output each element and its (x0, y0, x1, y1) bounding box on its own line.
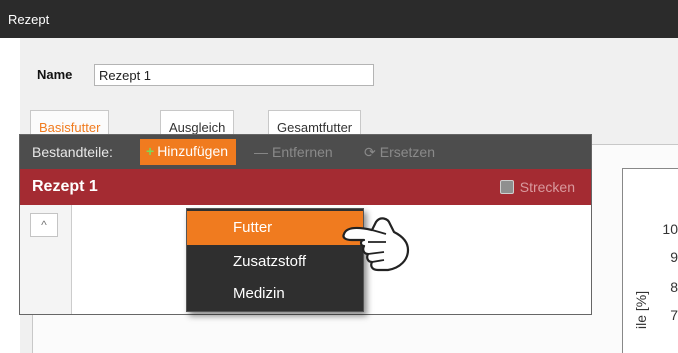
window-title: Rezept (8, 12, 50, 27)
ingredients-toolbar: Bestandteile: + Hinzufügen — Entfernen ⟳ Er… (20, 135, 591, 169)
tab-label: Gesamtfutter (277, 120, 353, 135)
y-tick: 7 (670, 307, 678, 323)
tab-label: Basisfutter (39, 120, 101, 135)
ingredients-label: Bestandteile: (32, 144, 113, 160)
recipe-name: Rezept 1 (32, 178, 98, 195)
chevron-up-icon: ^ (41, 218, 47, 232)
y-axis-label: ile [%] (633, 290, 649, 329)
add-dropdown-menu: Futter Zusatzstoff Medizin (186, 208, 364, 312)
plus-icon: + (146, 143, 155, 159)
y-tick: 8 (670, 279, 678, 295)
title-bar: Rezept (0, 0, 678, 38)
name-label: Name (37, 67, 73, 82)
y-tick: 10 (662, 221, 678, 237)
pointing-hand-icon (342, 217, 410, 272)
y-tick: 9 (670, 249, 678, 265)
remove-button[interactable]: — Entfernen (254, 144, 333, 160)
name-input[interactable] (94, 64, 374, 86)
scroll-column: ^ (20, 205, 72, 314)
add-button-label: Hinzufügen (157, 143, 229, 159)
stretch-button[interactable]: Strecken (499, 179, 575, 195)
menu-item-medizin[interactable]: Medizin (187, 277, 363, 311)
scroll-up-button[interactable]: ^ (30, 213, 58, 237)
add-button[interactable]: + Hinzufügen (140, 139, 237, 165)
recipe-header: Rezept 1 Strecken (20, 169, 591, 205)
stretch-label: Strecken (519, 179, 575, 195)
menu-item-futter[interactable]: Futter (187, 211, 363, 245)
replace-button-label: Ersetzen (379, 144, 435, 160)
tab-label: Ausgleich (169, 120, 226, 135)
stretch-icon (499, 180, 514, 194)
replace-button[interactable]: ⟳ Ersetzen (364, 144, 435, 161)
refresh-icon: ⟳ (364, 144, 376, 160)
menu-item-zusatzstoff[interactable]: Zusatzstoff (187, 245, 363, 279)
minus-icon: — (254, 144, 268, 160)
remove-button-label: Entfernen (272, 144, 333, 160)
chart-panel: 10 9 8 7 ile [%] (622, 168, 678, 353)
